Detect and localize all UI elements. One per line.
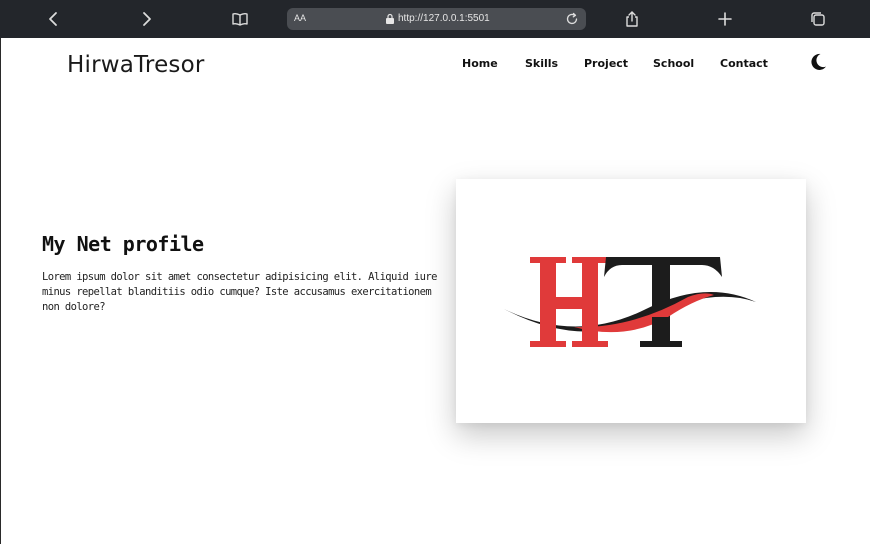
ht-logo-image	[504, 257, 756, 347]
address-bar[interactable]: AA http://127.0.0.1:5501	[287, 8, 586, 30]
nav-school[interactable]: School	[653, 57, 694, 70]
share-icon[interactable]	[622, 9, 642, 29]
logo-card	[456, 179, 806, 423]
text-size-button[interactable]: AA	[294, 13, 306, 23]
nav-project[interactable]: Project	[584, 57, 628, 70]
brand-logo-text[interactable]: HirwaTresor	[67, 52, 205, 78]
nav-home[interactable]: Home	[462, 57, 498, 70]
nav-contact[interactable]: Contact	[720, 57, 768, 70]
back-icon[interactable]	[44, 9, 64, 29]
tabs-overview-icon[interactable]	[808, 9, 828, 29]
reader-book-icon[interactable]	[230, 9, 250, 29]
dark-mode-moon-icon[interactable]	[808, 52, 828, 72]
lock-icon	[386, 13, 394, 24]
nav-skills[interactable]: Skills	[525, 57, 558, 70]
page: HirwaTresor Home Skills Project School C…	[0, 38, 870, 544]
url-text: http://127.0.0.1:5501	[398, 13, 490, 24]
hero-paragraph: Lorem ipsum dolor sit amet consectetur a…	[42, 271, 437, 313]
reload-icon[interactable]	[564, 11, 580, 27]
forward-icon[interactable]	[136, 9, 156, 29]
hero-title: My Net profile	[42, 232, 204, 256]
browser-toolbar: AA http://127.0.0.1:5501	[0, 0, 870, 38]
new-tab-plus-icon[interactable]	[715, 9, 735, 29]
